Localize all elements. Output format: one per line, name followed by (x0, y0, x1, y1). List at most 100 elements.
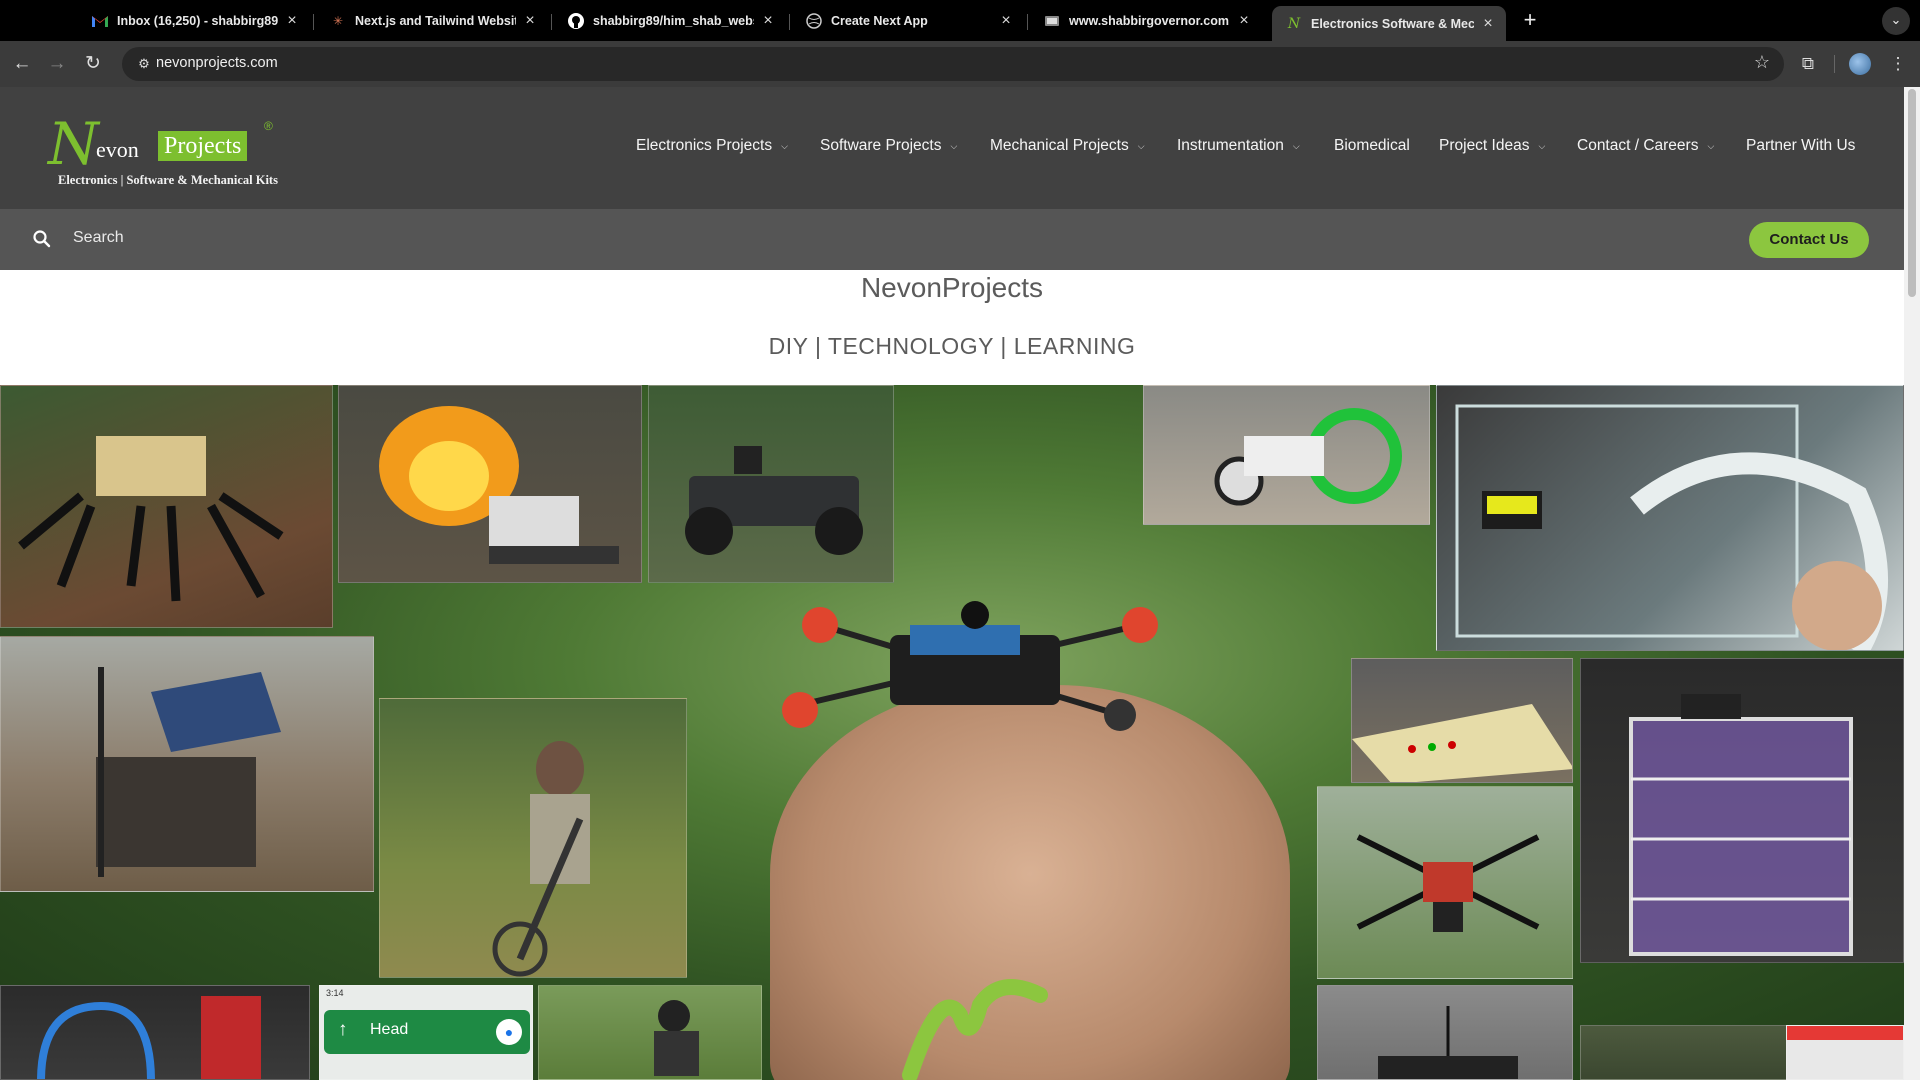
close-icon[interactable]: × (1236, 12, 1252, 30)
pump-project-photo[interactable] (0, 985, 310, 1080)
tab-divider (1027, 14, 1028, 30)
chevron-down-icon: ⌵ (1292, 140, 1300, 151)
bike-photo[interactable] (538, 985, 762, 1080)
nevon-watermark-logo (902, 979, 1048, 1080)
nav-label: Instrumentation (1177, 137, 1284, 154)
navigation-text: Head (370, 1021, 409, 1038)
nav-software-projects[interactable]: Software Projects ⌵ (820, 137, 957, 155)
chevron-down-icon: ⌵ (1137, 140, 1145, 151)
gps-app-photo[interactable]: 3:14 ↑ Head ● (319, 985, 533, 1080)
hydroponics-photo[interactable] (1580, 658, 1904, 963)
site-info-icon[interactable]: ⚙ (132, 52, 156, 76)
browser-tab[interactable]: Create Next App × (792, 6, 1024, 35)
nav-label: Partner With Us (1746, 137, 1856, 154)
navigation-card: ↑ Head ● (324, 1010, 530, 1054)
arrow-up-icon: ↑ (338, 1019, 348, 1040)
search-icon[interactable] (32, 229, 52, 249)
tab-divider (551, 14, 552, 30)
nevon-icon: N (1287, 15, 1301, 32)
logo-letter: N (48, 110, 99, 178)
nav-label: Project Ideas (1439, 137, 1530, 154)
search-input[interactable]: Search (73, 229, 473, 247)
nav-label: Contact / Careers (1577, 137, 1699, 154)
chevron-down-icon: ⌵ (950, 140, 958, 151)
nav-biomedical[interactable]: Biomedical (1334, 137, 1410, 155)
claude-icon: ✳ (332, 13, 344, 28)
forward-icon[interactable]: → (42, 49, 72, 79)
spider-robot-photo[interactable] (0, 385, 333, 628)
nav-partner-with-us[interactable]: Partner With Us (1746, 137, 1855, 155)
page-scrollbar[interactable] (1904, 87, 1920, 1080)
weeder-photo[interactable] (379, 698, 687, 978)
status-time: 3:14 (326, 988, 344, 998)
nav-label: Electronics Projects (636, 137, 773, 154)
registered-mark: ® (264, 119, 273, 133)
logo-tagline: Electronics | Software & Mechanical Kits (58, 173, 278, 187)
rover-photo[interactable] (648, 385, 894, 583)
menu-dots-icon[interactable]: ⋮ (1884, 50, 1912, 78)
tab-title: www.shabbirgovernor.com (1069, 13, 1229, 28)
nav-label: Mechanical Projects (990, 137, 1129, 154)
tab-divider (789, 14, 790, 30)
tab-divider (313, 14, 314, 30)
chevron-down-icon: ⌵ (1707, 140, 1715, 151)
contact-us-button[interactable]: Contact Us (1749, 222, 1869, 258)
browser-tab[interactable]: ✳ Next.js and Tailwind Website × (316, 6, 548, 35)
browser-toolbar: ← → ↻ ⚙ nevonprojects.com ☆ ⧉ ⋮ (0, 41, 1920, 87)
scrollbar-thumb[interactable] (1908, 89, 1916, 297)
hero-collage: 3:14 ↑ Head ● (0, 385, 1904, 1080)
page-subtitle: DIY | TECHNOLOGY | LEARNING (768, 333, 1136, 359)
road-circuit-photo[interactable] (1351, 658, 1573, 783)
nav-instrumentation[interactable]: Instrumentation ⌵ (1177, 137, 1300, 155)
nav-mechanical-projects[interactable]: Mechanical Projects ⌵ (990, 137, 1145, 155)
solar-cart-photo[interactable] (0, 636, 374, 892)
tab-title: Create Next App (831, 13, 928, 28)
close-icon[interactable]: × (284, 12, 300, 30)
robot-kit-photo[interactable] (1317, 985, 1573, 1080)
extensions-icon[interactable]: ⧉ (1794, 50, 1822, 78)
browser-tab[interactable]: shabbirg89/him_shab_websit × (554, 6, 786, 35)
back-icon[interactable]: ← (7, 49, 37, 79)
globe-icon (806, 12, 822, 29)
search-bar: Search Contact Us (0, 209, 1904, 270)
browser-tab[interactable]: Inbox (16,250) - shabbirg89@ × (78, 6, 310, 35)
drone-image (782, 601, 1158, 731)
fire-robot-photo[interactable] (338, 385, 642, 583)
tab-title: shabbirg89/him_shab_websit (593, 13, 754, 28)
close-icon[interactable]: × (998, 12, 1014, 30)
close-icon[interactable]: × (760, 12, 776, 30)
contact-tracing-photo[interactable] (1786, 1025, 1904, 1080)
reload-icon[interactable]: ↻ (78, 49, 108, 79)
nav-project-ideas[interactable]: Project Ideas ⌵ (1439, 137, 1545, 155)
chevron-down-icon: ⌵ (781, 140, 788, 151)
nav-label: Software Projects (820, 137, 942, 154)
nav-contact-careers[interactable]: Contact / Careers ⌵ (1577, 137, 1714, 155)
gmail-icon (92, 13, 108, 29)
nav-electronics-projects[interactable]: Electronics Projects ⌵ (636, 137, 788, 155)
mic-icon: ● (496, 1019, 522, 1045)
site-icon (1044, 13, 1060, 29)
github-icon (568, 12, 584, 29)
url-text[interactable]: nevonprojects.com (156, 55, 278, 71)
quadcopter-photo[interactable] (1317, 786, 1573, 979)
logo-projects: Projects (158, 131, 248, 161)
browser-tab-bar: Inbox (16,250) - shabbirg89@ × ✳ Next.js… (0, 0, 1920, 41)
ventilator-photo[interactable] (1436, 385, 1904, 651)
page-title: NevonProjects (860, 272, 1044, 303)
bookmark-star-icon[interactable]: ☆ (1754, 52, 1770, 73)
browser-tab-active[interactable]: N Electronics Software & Mecha × (1272, 6, 1506, 41)
close-icon[interactable]: × (522, 12, 538, 30)
close-icon[interactable]: × (1480, 15, 1496, 33)
tab-title: Next.js and Tailwind Website (355, 13, 516, 28)
browser-tab[interactable]: www.shabbirgovernor.com × (1030, 6, 1262, 35)
new-tab-icon[interactable]: + (1516, 7, 1544, 35)
tab-search-icon[interactable]: ⌄ (1882, 7, 1910, 35)
profile-avatar[interactable] (1849, 53, 1871, 75)
grass-cutter-photo[interactable] (1143, 385, 1430, 525)
site-logo[interactable]: N evon Projects ® Electronics | Software… (48, 110, 288, 187)
nav-label: Biomedical (1334, 137, 1410, 154)
address-bar[interactable]: ⚙ nevonprojects.com ☆ (122, 47, 1784, 81)
tab-title: Electronics Software & Mecha (1311, 16, 1474, 31)
site-header: N evon Projects ® Electronics | Software… (0, 87, 1904, 209)
logo-evon: evon (96, 137, 139, 162)
